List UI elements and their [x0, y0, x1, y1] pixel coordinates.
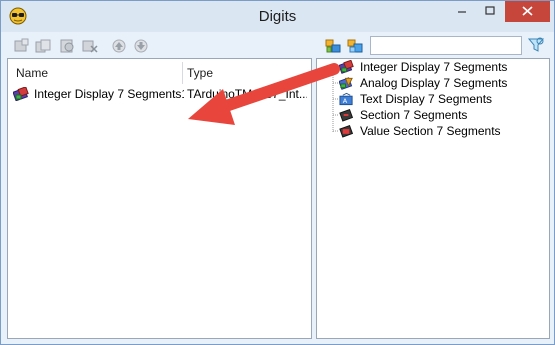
svg-text:A: A [343, 97, 348, 105]
filter-icon[interactable] [527, 36, 545, 54]
move-up-icon[interactable] [111, 38, 127, 54]
tree-item-analog-display[interactable]: Analog Display 7 Segments [317, 75, 547, 91]
section-icon [339, 108, 354, 122]
column-divider[interactable] [182, 62, 183, 84]
tree-item-label: Analog Display 7 Segments [360, 76, 508, 90]
search-input[interactable] [370, 36, 522, 55]
close-icon [522, 6, 533, 16]
row-type: TArduinoTM1637_Int... [187, 87, 307, 101]
analog-display-icon [339, 77, 353, 90]
tree-item-text-display[interactable]: A Text Display 7 Segments [317, 91, 547, 107]
add-component-icon[interactable] [325, 38, 341, 54]
row-name: Integer Display 7 Segments1 [34, 87, 184, 101]
tree-item-value-section[interactable]: Value Section 7 Segments [317, 123, 547, 139]
column-header-type[interactable]: Type [187, 62, 213, 84]
add-icon[interactable] [13, 38, 29, 54]
delete-icon[interactable] [82, 38, 98, 54]
component-tree[interactable]: Integer Display 7 Segments Analog Displa… [316, 58, 550, 339]
move-down-icon[interactable] [133, 38, 149, 54]
tree-item-section[interactable]: Section 7 Segments [317, 107, 547, 123]
maximize-button[interactable] [477, 1, 503, 22]
title-bar[interactable]: Digits [1, 1, 554, 32]
tree-item-integer-display[interactable]: Integer Display 7 Segments [317, 59, 547, 75]
tree-item-label: Text Display 7 Segments [360, 92, 493, 106]
close-button[interactable] [505, 1, 550, 22]
paste-icon[interactable] [59, 38, 75, 54]
minimize-icon [458, 11, 466, 13]
add-copy-icon[interactable] [347, 38, 363, 54]
integer-display-icon [13, 87, 29, 101]
toolbar [7, 33, 550, 57]
tree-item-label: Value Section 7 Segments [360, 124, 501, 138]
copy-icon[interactable] [35, 38, 51, 54]
value-section-icon [339, 124, 354, 138]
integer-display-icon [339, 60, 354, 74]
minimize-button[interactable] [449, 1, 475, 22]
components-list[interactable]: Name Type Integer Display 7 Segments1 TA… [7, 58, 312, 339]
table-row[interactable]: Integer Display 7 Segments1 TArduinoTM16… [9, 84, 310, 104]
tree-item-label: Section 7 Segments [360, 108, 468, 122]
maximize-icon [485, 6, 495, 15]
text-display-icon: A [339, 92, 353, 106]
digits-window: Digits Name Type Integer Display 7 Segme… [0, 0, 555, 345]
tree-item-label: Integer Display 7 Segments [360, 60, 508, 74]
column-header-name[interactable]: Name [16, 62, 48, 84]
